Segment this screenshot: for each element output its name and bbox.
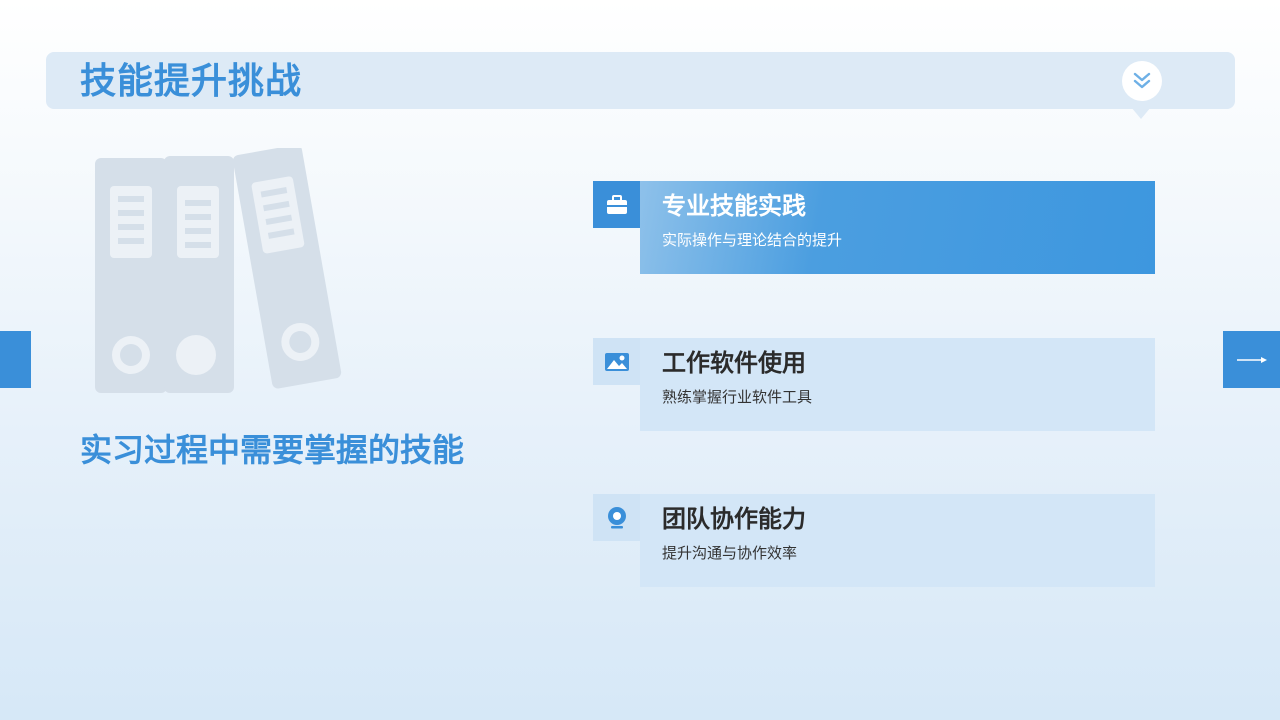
card-description: 提升沟通与协作效率 (662, 544, 798, 562)
double-chevron-down-icon[interactable] (1122, 61, 1162, 101)
card-description: 熟练掌握行业软件工具 (662, 388, 813, 406)
page-title: 技能提升挑战 (80, 61, 303, 102)
prev-tab[interactable] (0, 331, 31, 388)
badge-pointer (1131, 107, 1151, 119)
card-professional-skills[interactable]: 专业技能实践 实际操作与理论结合的提升 (640, 181, 1155, 274)
card-icon-box-2 (593, 338, 640, 385)
card-teamwork[interactable]: 团队协作能力 提升沟通与协作效率 (640, 494, 1155, 587)
briefcase-icon (606, 194, 627, 214)
card-title: 团队协作能力 (662, 505, 806, 533)
card-title: 专业技能实践 (662, 192, 806, 220)
card-software-usage[interactable]: 工作软件使用 熟练掌握行业软件工具 (640, 338, 1155, 431)
card-icon-box-3 (593, 494, 640, 541)
section-subtitle: 实习过程中需要掌握的技能 (80, 431, 465, 469)
card-description: 实际操作与理论结合的提升 (662, 231, 843, 249)
card-icon-box-1 (593, 181, 640, 228)
card-title: 工作软件使用 (662, 349, 806, 377)
arrow-right-icon (1236, 356, 1267, 363)
binders-icon (95, 148, 342, 393)
next-button[interactable] (1223, 331, 1280, 388)
image-icon (604, 352, 629, 371)
location-pin-icon (607, 506, 626, 528)
